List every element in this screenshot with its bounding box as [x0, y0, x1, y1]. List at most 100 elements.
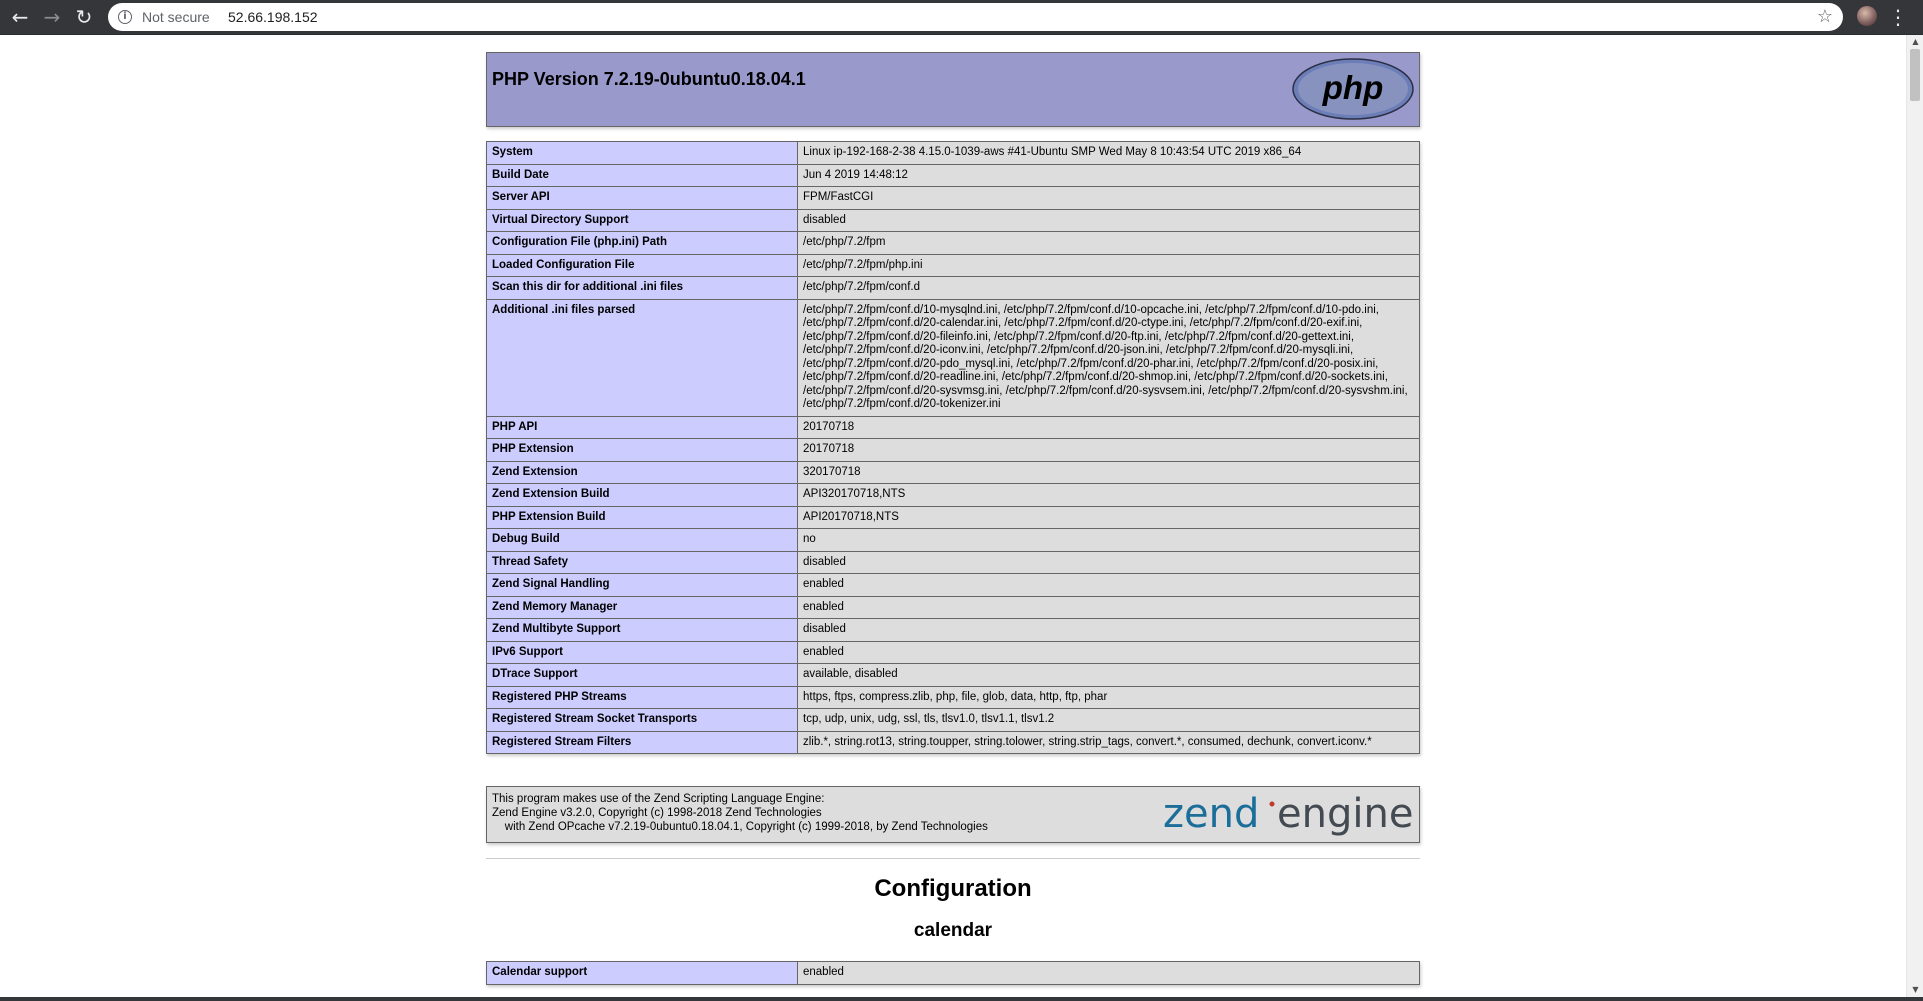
table-row: PHP Extension Build API20170718,NTS: [486, 505, 1420, 529]
table-row: Scan this dir for additional .ini files /…: [486, 276, 1420, 300]
row-value: enabled: [797, 595, 1420, 619]
table-row: PHP API 20170718: [486, 415, 1420, 439]
back-arrow-icon[interactable]: ←: [6, 3, 34, 31]
row-key: Debug Build: [486, 528, 798, 552]
row-value: Jun 4 2019 14:48:12: [797, 163, 1420, 187]
table-row: Server API FPM/FastCGI: [486, 186, 1420, 210]
table-row: DTrace Support available, disabled: [486, 663, 1420, 687]
row-value: enabled: [797, 961, 1420, 985]
table-row: PHP Extension 20170718: [486, 438, 1420, 462]
table-row: Additional .ini files parsed/etc/php/7.2…: [486, 298, 1420, 417]
row-key: Server API: [486, 186, 798, 210]
table-row: System Linux ip-192-168-2-38 4.15.0-1039-…: [486, 141, 1420, 165]
table-row: Registered Stream Filters zlib.*, string.…: [486, 730, 1420, 754]
row-key: Registered Stream Filters: [486, 730, 798, 754]
php-version-header: PHP Version 7.2.19-0ubuntu0.18.04.1 php: [486, 52, 1420, 127]
table-row: Registered Stream Socket Transports tcp, …: [486, 708, 1420, 732]
row-key: Virtual Directory Support: [486, 208, 798, 232]
row-value: 320170718: [797, 460, 1420, 484]
table-row: Zend Extension 320170718: [486, 460, 1420, 484]
row-value: API320170718,NTS: [797, 483, 1420, 507]
row-key: Zend Signal Handling: [486, 573, 798, 597]
zend-engine-box: This program makes use of the Zend Scrip…: [486, 786, 1420, 843]
php-logo-icon: php: [1292, 58, 1414, 120]
zend-line-2: Zend Engine v3.2.0, Copyright (c) 1998-2…: [492, 807, 822, 819]
row-key: Registered PHP Streams: [486, 685, 798, 709]
calendar-heading: calendar: [913, 920, 993, 941]
row-value: available, disabled: [797, 663, 1420, 687]
row-value: /etc/php/7.2/fpm/conf.d/10-mysqlnd.ini, …: [797, 298, 1420, 417]
row-key: Scan this dir for additional .ini files: [486, 276, 798, 300]
zend-line-1: This program makes use of the Zend Scrip…: [492, 793, 825, 805]
row-key: DTrace Support: [486, 663, 798, 687]
row-value: /etc/php/7.2/fpm/conf.d: [797, 276, 1420, 300]
profile-avatar[interactable]: [1857, 6, 1877, 26]
row-value: /etc/php/7.2/fpm/php.ini: [797, 253, 1420, 277]
zend-line-3: with Zend OPcache v7.2.19-0ubuntu0.18.04…: [492, 821, 988, 833]
table-row: Zend Multibyte Support disabled: [486, 618, 1420, 642]
table-row: Zend Signal Handling enabled: [486, 573, 1420, 597]
row-key: System: [486, 141, 798, 165]
row-key: Additional .ini files parsed: [486, 298, 798, 417]
zend-engine-logo-icon: zend engine: [1163, 791, 1413, 837]
vertical-scrollbar[interactable]: ▲ ▼: [1906, 35, 1923, 997]
table-row: Zend Memory Manager enabled: [486, 595, 1420, 619]
forward-arrow-icon[interactable]: →: [38, 3, 66, 31]
row-key: Zend Memory Manager: [486, 595, 798, 619]
row-value: Linux ip-192-168-2-38 4.15.0-1039-aws #4…: [797, 141, 1420, 165]
scroll-down-arrow-icon[interactable]: ▼: [1907, 983, 1923, 997]
row-key: Registered Stream Socket Transports: [486, 708, 798, 732]
zend-logo-word-1: zend: [1163, 791, 1259, 837]
row-value: https, ftps, compress.zlib, php, file, g…: [797, 685, 1420, 709]
row-key: Thread Safety: [486, 550, 798, 574]
window-bottom-edge: [0, 997, 1923, 1001]
page-viewport: PHP Version 7.2.19-0ubuntu0.18.04.1 php …: [0, 35, 1906, 997]
row-value: zlib.*, string.rot13, string.toupper, st…: [797, 730, 1420, 754]
table-row: Calendar support enabled: [486, 961, 1420, 985]
row-value: disabled: [797, 208, 1420, 232]
system-info-table: System Linux ip-192-168-2-38 4.15.0-1039-…: [486, 141, 1420, 754]
row-key: Build Date: [486, 163, 798, 187]
row-key: PHP Extension Build: [486, 505, 798, 529]
table-row: Registered PHP Streams https, ftps, compr…: [486, 685, 1420, 709]
info-icon[interactable]: i: [118, 10, 132, 24]
row-key: Calendar support: [486, 961, 798, 985]
row-value: tcp, udp, unix, udg, ssl, tls, tlsv1.0, …: [797, 708, 1420, 732]
address-bar[interactable]: i Not secure 52.66.198.152 ☆: [108, 3, 1843, 31]
row-key: Configuration File (php.ini) Path: [486, 231, 798, 255]
section-divider: [486, 858, 1420, 859]
row-value: 20170718: [797, 438, 1420, 462]
row-key: IPv6 Support: [486, 640, 798, 664]
row-value: no: [797, 528, 1420, 552]
bookmark-star-icon[interactable]: ☆: [1817, 6, 1833, 27]
scrollbar-thumb[interactable]: [1910, 49, 1920, 101]
row-key: PHP Extension: [486, 438, 798, 462]
table-row: IPv6 Support enabled: [486, 640, 1420, 664]
menu-dots-icon[interactable]: ⋮: [1888, 3, 1908, 31]
table-row: Configuration File (php.ini) Path/etc/ph…: [486, 231, 1420, 255]
row-value: /etc/php/7.2/fpm: [797, 231, 1420, 255]
calendar-table: Calendar support enabled: [486, 961, 1420, 985]
table-row: Loaded Configuration File/etc/php/7.2/fp…: [486, 253, 1420, 277]
row-value: API20170718,NTS: [797, 505, 1420, 529]
row-key: Loaded Configuration File: [486, 253, 798, 277]
table-row: Zend Extension Build API320170718,NTS: [486, 483, 1420, 507]
table-row: Build Date Jun 4 2019 14:48:12: [486, 163, 1420, 187]
php-logo-text: php: [1322, 69, 1383, 106]
security-label[interactable]: Not secure: [142, 9, 210, 25]
row-key: PHP API: [486, 415, 798, 439]
row-key: Zend Multibyte Support: [486, 618, 798, 642]
table-row: Thread Safety disabled: [486, 550, 1420, 574]
row-value: disabled: [797, 618, 1420, 642]
row-value: enabled: [797, 640, 1420, 664]
reload-icon[interactable]: ↻: [70, 3, 98, 31]
configuration-heading: Configuration: [874, 875, 1032, 902]
row-value: 20170718: [797, 415, 1420, 439]
url-text[interactable]: 52.66.198.152: [228, 9, 318, 25]
row-value: disabled: [797, 550, 1420, 574]
row-key: Zend Extension Build: [486, 483, 798, 507]
scroll-up-arrow-icon[interactable]: ▲: [1907, 35, 1923, 49]
page-title: PHP Version 7.2.19-0ubuntu0.18.04.1: [492, 69, 806, 89]
table-row: Debug Build no: [486, 528, 1420, 552]
row-value: enabled: [797, 573, 1420, 597]
